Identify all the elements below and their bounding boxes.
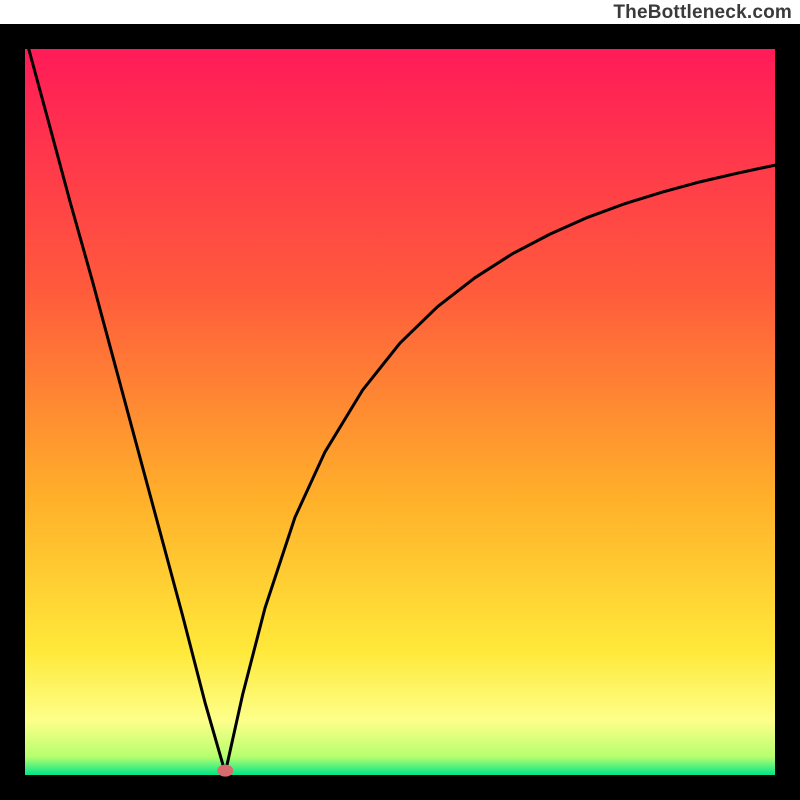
bottleneck-chart	[0, 0, 800, 800]
attribution-label: TheBottleneck.com	[613, 2, 792, 24]
chart-container: TheBottleneck.com	[0, 0, 800, 800]
minimum-marker	[217, 765, 233, 777]
plot-area	[25, 49, 775, 775]
